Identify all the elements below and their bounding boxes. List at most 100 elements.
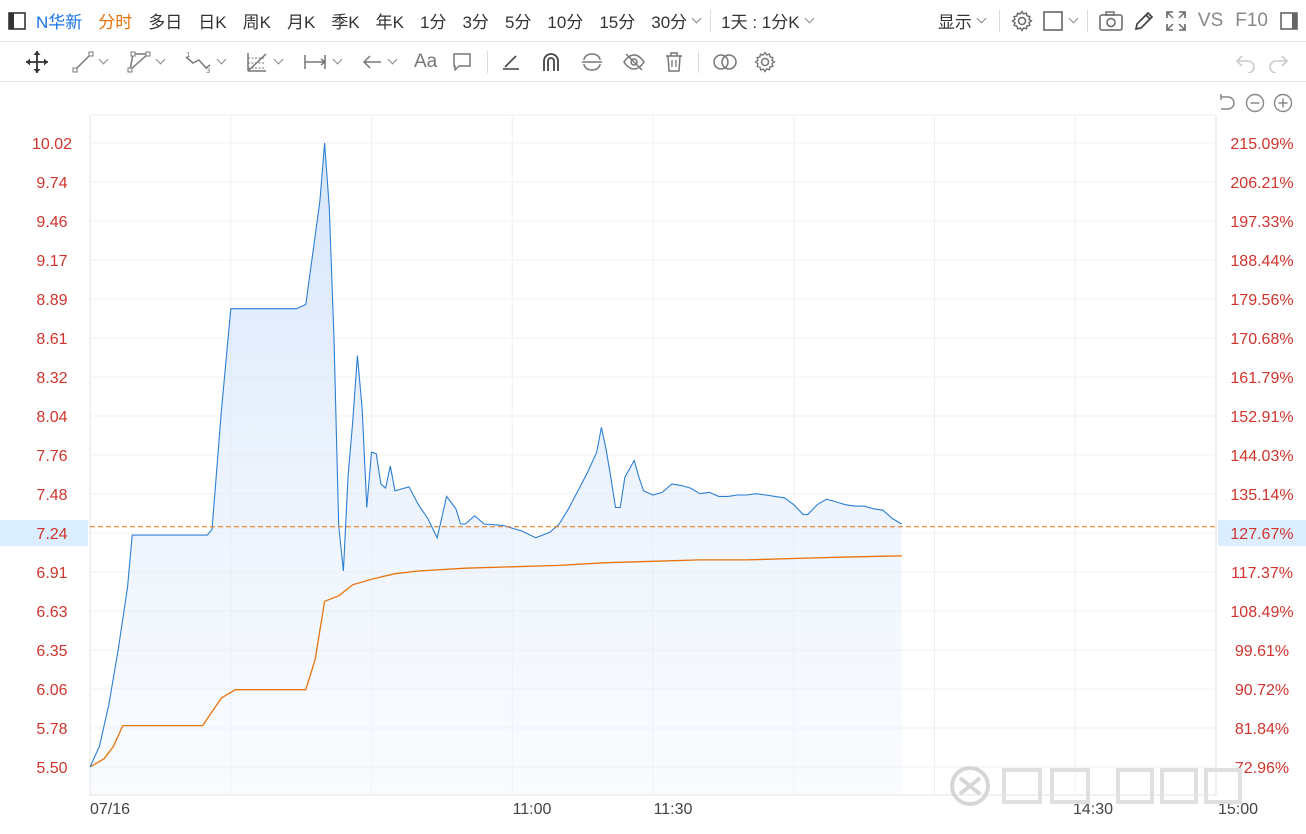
zoom-out-button[interactable] <box>1244 88 1266 118</box>
left-axis-tick-label: 10.02 <box>32 136 72 153</box>
undo-icon <box>1235 54 1255 73</box>
left-axis-tick-label: 7.24 <box>36 526 67 543</box>
drawing-settings-button[interactable] <box>749 47 781 77</box>
plus-circle-icon <box>1273 93 1293 113</box>
channel-tool-button[interactable] <box>123 47 168 77</box>
period-tab-weekly-k[interactable]: 周K <box>235 8 279 33</box>
gear-icon <box>1011 9 1033 32</box>
line-tool-button[interactable] <box>68 47 111 77</box>
period-tab-intraday[interactable]: 分时 <box>90 8 140 33</box>
drawing-toolbar: 13 Aa <box>0 42 1306 82</box>
magnet-button[interactable] <box>536 47 566 77</box>
period-tab-10min[interactable]: 10分 <box>539 8 591 33</box>
settings-button[interactable] <box>1006 6 1038 36</box>
arrow-left-icon <box>362 54 381 69</box>
chevron-down-icon <box>273 54 284 65</box>
period-tab-3min[interactable]: 3分 <box>454 8 496 33</box>
sidebar-toggle-icon[interactable] <box>2 6 32 36</box>
chevron-down-icon <box>387 54 398 65</box>
toolbar-divider <box>998 9 1000 32</box>
right-axis-tick-label: 152.91% <box>1230 409 1293 426</box>
period-tab-yearly-k[interactable]: 年K <box>368 8 412 33</box>
toolbar-divider <box>1086 9 1088 32</box>
chevron-down-icon <box>1068 13 1079 24</box>
undo-button[interactable] <box>1230 47 1262 77</box>
intraday-chart[interactable]: 10.02 9.74 9.46 9.17 8.89 8.61 8.32 8.04 7.76 7.4… <box>0 82 1306 834</box>
right-percent-axis: 215.09% 206.21% 197.33% 188.44% 179.56% 170.6… <box>1218 136 1306 777</box>
left-axis-tick-label: 8.04 <box>36 409 67 426</box>
compare-overlay-button[interactable] <box>707 47 743 77</box>
arrow-tool-button[interactable] <box>357 47 400 77</box>
redo-button[interactable] <box>1262 47 1294 77</box>
screenshot-button[interactable] <box>1094 6 1128 36</box>
period-tab-1min[interactable]: 1分 <box>412 8 454 33</box>
fibonacci-tool-button[interactable] <box>241 47 286 77</box>
right-axis-tick-label: 72.96% <box>1235 760 1289 777</box>
svg-text:1: 1 <box>186 51 190 59</box>
measure-range-icon <box>304 54 327 69</box>
time-axis-tick-label: 11:30 <box>654 801 693 818</box>
draw-button[interactable] <box>1128 6 1160 36</box>
left-axis-tick-label: 7.48 <box>36 487 67 504</box>
right-axis-tick-label: 197.33% <box>1230 214 1293 231</box>
text-tool-label: Aa <box>414 50 438 72</box>
chevron-down-icon <box>691 13 702 24</box>
right-axis-tick-label: 90.72% <box>1235 682 1289 699</box>
reset-zoom-button[interactable] <box>1216 88 1238 118</box>
svg-text:3: 3 <box>206 67 210 73</box>
delete-drawings-button[interactable] <box>660 47 688 77</box>
period-dropdown-label: 30分 <box>651 13 688 32</box>
display-label: 显示 <box>937 13 972 32</box>
panel-toggle-button[interactable] <box>1274 6 1304 36</box>
camera-icon <box>1099 10 1123 31</box>
measure-tool-button[interactable] <box>298 47 345 77</box>
left-axis-tick-label: 9.74 <box>36 175 67 192</box>
left-axis-tick-label: 8.32 <box>36 370 67 387</box>
line-segment-icon <box>72 51 94 72</box>
fullscreen-button[interactable] <box>1160 6 1192 36</box>
gear-icon <box>754 50 776 73</box>
kline-range-dropdown[interactable]: 1天 : 1分K <box>717 8 816 33</box>
period-tab-quarterly-k[interactable]: 季K <box>323 8 367 33</box>
layout-dropdown[interactable] <box>1038 6 1081 36</box>
left-axis-tick-label: 8.89 <box>36 292 67 309</box>
channel-icon <box>127 51 151 72</box>
left-axis-tick-label: 7.76 <box>36 448 67 465</box>
toolbar-divider <box>710 9 712 32</box>
fibonacci-icon <box>247 52 267 72</box>
move-tool-button[interactable] <box>20 47 54 77</box>
price-area <box>90 143 902 795</box>
right-axis-tick-label: 179.56% <box>1230 292 1293 309</box>
period-dropdown[interactable]: 30分 <box>643 8 704 33</box>
square-icon <box>1043 10 1063 31</box>
period-tab-5min[interactable]: 5分 <box>497 8 539 33</box>
period-tab-daily-k[interactable]: 日K <box>190 8 234 33</box>
wave-tool-button[interactable]: 13 <box>180 47 229 77</box>
left-axis-tick-label: 8.61 <box>36 331 67 348</box>
hide-drawings-button[interactable] <box>618 47 650 77</box>
right-axis-tick-label: 144.03% <box>1230 448 1293 465</box>
stock-name-button[interactable]: N华新 <box>32 8 90 33</box>
toolbar-divider <box>487 50 489 73</box>
chevron-down-icon <box>155 54 166 65</box>
time-axis-tick-label: 15:00 <box>1218 801 1258 818</box>
left-axis-tick-label: 5.78 <box>36 721 67 738</box>
chevron-down-icon <box>216 54 227 65</box>
period-tab-monthly-k[interactable]: 月K <box>279 8 323 33</box>
note-tool-button[interactable] <box>447 47 477 77</box>
period-tab-15min[interactable]: 15分 <box>591 8 643 33</box>
vs-compare-button[interactable]: VS <box>1192 10 1229 32</box>
period-tab-multiday[interactable]: 多日 <box>140 8 190 33</box>
text-tool-button[interactable]: Aa <box>410 47 441 77</box>
overlap-circles-icon <box>713 53 737 70</box>
comment-icon <box>453 52 471 71</box>
lock-drawings-button[interactable] <box>576 47 608 77</box>
f10-button[interactable]: F10 <box>1229 10 1274 32</box>
stay-drawing-button[interactable] <box>496 47 526 77</box>
display-dropdown[interactable]: 显示 <box>930 8 993 33</box>
left-axis-tick-label: 6.35 <box>36 643 67 660</box>
left-axis-tick-label: 6.63 <box>36 604 67 621</box>
zoom-in-button[interactable] <box>1272 88 1294 118</box>
time-axis-tick-label: 14:30 <box>1073 801 1113 818</box>
chevron-down-icon <box>98 54 109 65</box>
